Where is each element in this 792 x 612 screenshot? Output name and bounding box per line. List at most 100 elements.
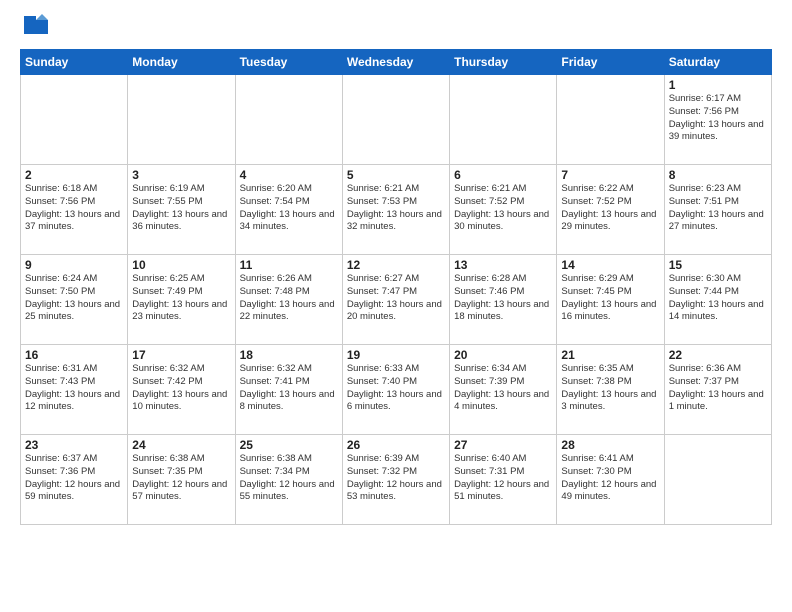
calendar-cell: 1Sunrise: 6:17 AM Sunset: 7:56 PM Daylig…: [664, 75, 771, 165]
week-row-1: 1Sunrise: 6:17 AM Sunset: 7:56 PM Daylig…: [21, 75, 772, 165]
calendar-cell: 25Sunrise: 6:38 AM Sunset: 7:34 PM Dayli…: [235, 435, 342, 525]
day-number: 18: [240, 348, 338, 362]
day-info: Sunrise: 6:29 AM Sunset: 7:45 PM Dayligh…: [561, 273, 659, 324]
calendar-cell: 21Sunrise: 6:35 AM Sunset: 7:38 PM Dayli…: [557, 345, 664, 435]
day-number: 5: [347, 168, 445, 182]
day-info: Sunrise: 6:17 AM Sunset: 7:56 PM Dayligh…: [669, 93, 767, 144]
day-number: 1: [669, 78, 767, 92]
calendar-cell: 7Sunrise: 6:22 AM Sunset: 7:52 PM Daylig…: [557, 165, 664, 255]
day-number: 23: [25, 438, 123, 452]
day-info: Sunrise: 6:38 AM Sunset: 7:35 PM Dayligh…: [132, 453, 230, 504]
day-info: Sunrise: 6:25 AM Sunset: 7:49 PM Dayligh…: [132, 273, 230, 324]
weekday-header-wednesday: Wednesday: [342, 50, 449, 75]
calendar-cell: 8Sunrise: 6:23 AM Sunset: 7:51 PM Daylig…: [664, 165, 771, 255]
week-row-5: 23Sunrise: 6:37 AM Sunset: 7:36 PM Dayli…: [21, 435, 772, 525]
header: [20, 16, 772, 41]
logo: [20, 16, 50, 41]
day-info: Sunrise: 6:18 AM Sunset: 7:56 PM Dayligh…: [25, 183, 123, 234]
calendar-cell: 26Sunrise: 6:39 AM Sunset: 7:32 PM Dayli…: [342, 435, 449, 525]
day-number: 21: [561, 348, 659, 362]
calendar-cell: 3Sunrise: 6:19 AM Sunset: 7:55 PM Daylig…: [128, 165, 235, 255]
day-info: Sunrise: 6:20 AM Sunset: 7:54 PM Dayligh…: [240, 183, 338, 234]
calendar-cell: 14Sunrise: 6:29 AM Sunset: 7:45 PM Dayli…: [557, 255, 664, 345]
week-row-3: 9Sunrise: 6:24 AM Sunset: 7:50 PM Daylig…: [21, 255, 772, 345]
calendar-cell: 10Sunrise: 6:25 AM Sunset: 7:49 PM Dayli…: [128, 255, 235, 345]
calendar-cell: [235, 75, 342, 165]
weekday-header-row: SundayMondayTuesdayWednesdayThursdayFrid…: [21, 50, 772, 75]
day-number: 17: [132, 348, 230, 362]
day-number: 4: [240, 168, 338, 182]
day-number: 27: [454, 438, 552, 452]
day-info: Sunrise: 6:23 AM Sunset: 7:51 PM Dayligh…: [669, 183, 767, 234]
day-number: 28: [561, 438, 659, 452]
week-row-2: 2Sunrise: 6:18 AM Sunset: 7:56 PM Daylig…: [21, 165, 772, 255]
day-number: 26: [347, 438, 445, 452]
day-info: Sunrise: 6:22 AM Sunset: 7:52 PM Dayligh…: [561, 183, 659, 234]
weekday-header-monday: Monday: [128, 50, 235, 75]
calendar-cell: 22Sunrise: 6:36 AM Sunset: 7:37 PM Dayli…: [664, 345, 771, 435]
calendar-cell: 6Sunrise: 6:21 AM Sunset: 7:52 PM Daylig…: [450, 165, 557, 255]
day-info: Sunrise: 6:37 AM Sunset: 7:36 PM Dayligh…: [25, 453, 123, 504]
day-number: 16: [25, 348, 123, 362]
day-info: Sunrise: 6:31 AM Sunset: 7:43 PM Dayligh…: [25, 363, 123, 414]
calendar-cell: 4Sunrise: 6:20 AM Sunset: 7:54 PM Daylig…: [235, 165, 342, 255]
day-number: 19: [347, 348, 445, 362]
calendar-cell: 16Sunrise: 6:31 AM Sunset: 7:43 PM Dayli…: [21, 345, 128, 435]
calendar-cell: 5Sunrise: 6:21 AM Sunset: 7:53 PM Daylig…: [342, 165, 449, 255]
calendar-cell: [557, 75, 664, 165]
day-info: Sunrise: 6:41 AM Sunset: 7:30 PM Dayligh…: [561, 453, 659, 504]
day-info: Sunrise: 6:24 AM Sunset: 7:50 PM Dayligh…: [25, 273, 123, 324]
calendar-cell: 15Sunrise: 6:30 AM Sunset: 7:44 PM Dayli…: [664, 255, 771, 345]
day-number: 3: [132, 168, 230, 182]
day-number: 10: [132, 258, 230, 272]
calendar-cell: [128, 75, 235, 165]
day-number: 7: [561, 168, 659, 182]
calendar-cell: [664, 435, 771, 525]
calendar-cell: 20Sunrise: 6:34 AM Sunset: 7:39 PM Dayli…: [450, 345, 557, 435]
calendar-cell: 28Sunrise: 6:41 AM Sunset: 7:30 PM Dayli…: [557, 435, 664, 525]
day-number: 6: [454, 168, 552, 182]
calendar-cell: 18Sunrise: 6:32 AM Sunset: 7:41 PM Dayli…: [235, 345, 342, 435]
day-info: Sunrise: 6:32 AM Sunset: 7:41 PM Dayligh…: [240, 363, 338, 414]
day-info: Sunrise: 6:19 AM Sunset: 7:55 PM Dayligh…: [132, 183, 230, 234]
calendar-cell: 11Sunrise: 6:26 AM Sunset: 7:48 PM Dayli…: [235, 255, 342, 345]
day-number: 22: [669, 348, 767, 362]
calendar-cell: 19Sunrise: 6:33 AM Sunset: 7:40 PM Dayli…: [342, 345, 449, 435]
day-number: 24: [132, 438, 230, 452]
day-number: 20: [454, 348, 552, 362]
day-info: Sunrise: 6:26 AM Sunset: 7:48 PM Dayligh…: [240, 273, 338, 324]
day-number: 2: [25, 168, 123, 182]
day-info: Sunrise: 6:34 AM Sunset: 7:39 PM Dayligh…: [454, 363, 552, 414]
day-info: Sunrise: 6:35 AM Sunset: 7:38 PM Dayligh…: [561, 363, 659, 414]
day-info: Sunrise: 6:21 AM Sunset: 7:53 PM Dayligh…: [347, 183, 445, 234]
calendar-cell: 13Sunrise: 6:28 AM Sunset: 7:46 PM Dayli…: [450, 255, 557, 345]
day-info: Sunrise: 6:39 AM Sunset: 7:32 PM Dayligh…: [347, 453, 445, 504]
weekday-header-thursday: Thursday: [450, 50, 557, 75]
logo-icon: [22, 14, 50, 36]
calendar-cell: [450, 75, 557, 165]
calendar-cell: 17Sunrise: 6:32 AM Sunset: 7:42 PM Dayli…: [128, 345, 235, 435]
weekday-header-sunday: Sunday: [21, 50, 128, 75]
calendar-cell: 27Sunrise: 6:40 AM Sunset: 7:31 PM Dayli…: [450, 435, 557, 525]
day-info: Sunrise: 6:21 AM Sunset: 7:52 PM Dayligh…: [454, 183, 552, 234]
day-number: 13: [454, 258, 552, 272]
day-number: 14: [561, 258, 659, 272]
day-info: Sunrise: 6:30 AM Sunset: 7:44 PM Dayligh…: [669, 273, 767, 324]
calendar-cell: 9Sunrise: 6:24 AM Sunset: 7:50 PM Daylig…: [21, 255, 128, 345]
day-number: 15: [669, 258, 767, 272]
calendar-cell: [342, 75, 449, 165]
day-number: 8: [669, 168, 767, 182]
day-info: Sunrise: 6:40 AM Sunset: 7:31 PM Dayligh…: [454, 453, 552, 504]
weekday-header-friday: Friday: [557, 50, 664, 75]
day-number: 9: [25, 258, 123, 272]
weekday-header-saturday: Saturday: [664, 50, 771, 75]
calendar-cell: 12Sunrise: 6:27 AM Sunset: 7:47 PM Dayli…: [342, 255, 449, 345]
day-info: Sunrise: 6:32 AM Sunset: 7:42 PM Dayligh…: [132, 363, 230, 414]
day-info: Sunrise: 6:28 AM Sunset: 7:46 PM Dayligh…: [454, 273, 552, 324]
calendar-cell: [21, 75, 128, 165]
day-number: 12: [347, 258, 445, 272]
page: SundayMondayTuesdayWednesdayThursdayFrid…: [0, 0, 792, 535]
calendar-cell: 24Sunrise: 6:38 AM Sunset: 7:35 PM Dayli…: [128, 435, 235, 525]
weekday-header-tuesday: Tuesday: [235, 50, 342, 75]
week-row-4: 16Sunrise: 6:31 AM Sunset: 7:43 PM Dayli…: [21, 345, 772, 435]
